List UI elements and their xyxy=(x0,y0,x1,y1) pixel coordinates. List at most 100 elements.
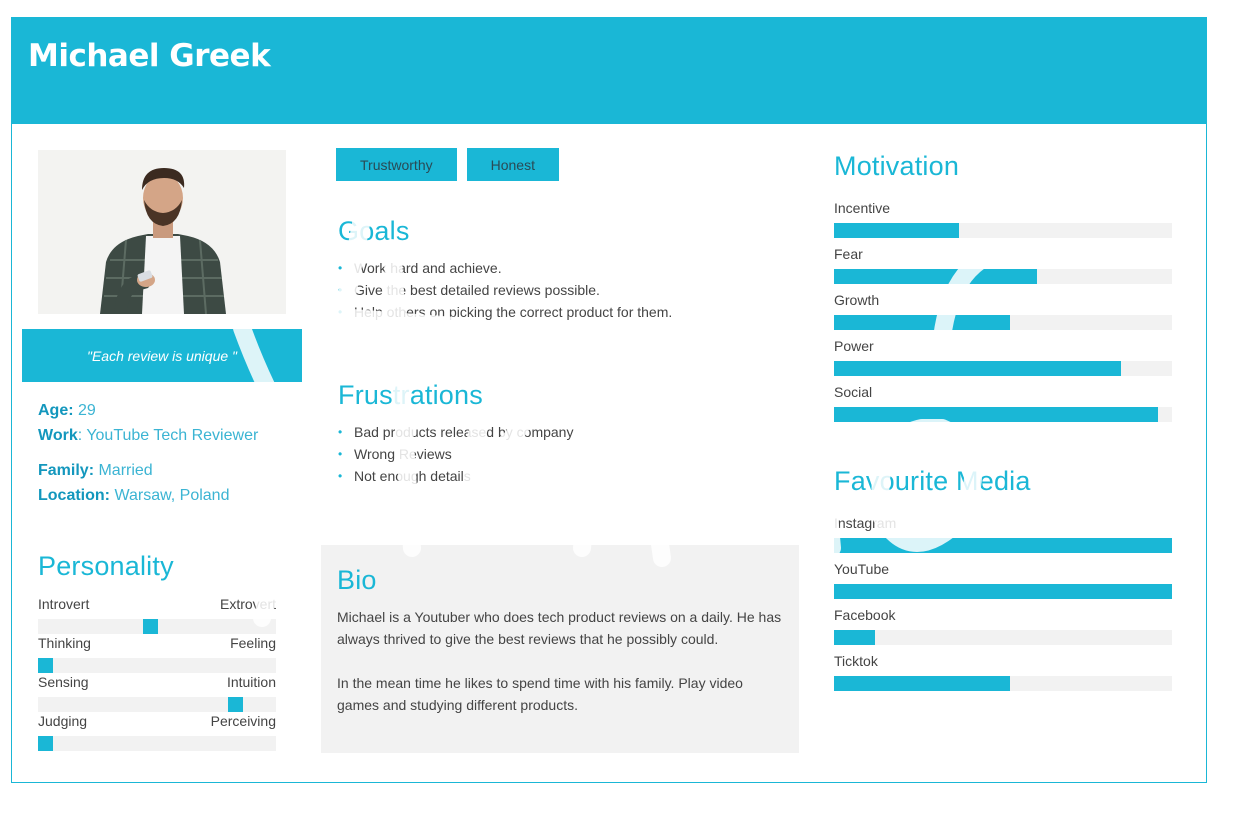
trait-indicator xyxy=(142,619,158,634)
personality-trait-row: Introvert Extrovert xyxy=(38,596,276,635)
list-item: Not enough details xyxy=(338,465,808,487)
personality-traits: Introvert Extrovert Thinking Feeling Sensing… xyxy=(38,596,276,752)
motivation-track xyxy=(834,269,1172,284)
trait-track xyxy=(38,658,276,673)
motivation-label: Power xyxy=(834,338,874,354)
media-fill xyxy=(834,630,875,645)
trait-track xyxy=(38,619,276,634)
tag-trustworthy: Trustworthy xyxy=(336,148,457,181)
persona-photo xyxy=(38,150,286,314)
location-label: Location: xyxy=(38,487,110,504)
trait-track xyxy=(38,697,276,712)
trait-right-label: Perceiving xyxy=(210,713,276,729)
tag-honest: Honest xyxy=(466,148,559,181)
persona-card: Michael Greek "Each review is unique " A… xyxy=(11,17,1207,783)
media-label: Ticktok xyxy=(834,653,878,669)
family-row: Family: Married xyxy=(38,458,258,483)
motivation-fill xyxy=(834,407,1159,422)
media-title: Favourite Media xyxy=(834,466,1031,496)
motivation-label: Social xyxy=(834,384,873,400)
list-item: Bad products released by company xyxy=(338,421,808,443)
trait-labels: Introvert Extrovert xyxy=(38,596,276,614)
media-bar-row: YouTube xyxy=(834,561,1172,607)
motivation-track xyxy=(834,361,1172,376)
bio-paragraph: Michael is a Youtuber who does tech prod… xyxy=(337,609,782,647)
trait-left-label: Thinking xyxy=(38,635,91,651)
trait-right-label: Intuition xyxy=(226,674,276,690)
motivation-track xyxy=(834,407,1172,422)
list-item: Help others on picking the correct produ… xyxy=(338,301,808,323)
personality-title: Personality xyxy=(38,551,174,581)
media-track xyxy=(834,538,1172,553)
header-banner: Michael Greek xyxy=(12,18,1206,124)
age-label: Age: xyxy=(38,402,74,419)
motivation-label: Incentive xyxy=(834,200,891,216)
frustrations-title: Frustrations xyxy=(338,380,483,410)
trait-left-label: Introvert xyxy=(38,596,90,612)
media-section: Favourite Media Instagram YouTube Facebook… xyxy=(834,466,1172,699)
motivation-bar-row: Incentive xyxy=(834,200,1172,246)
media-label: YouTube xyxy=(834,561,890,577)
media-bar-row: Instagram xyxy=(834,515,1172,561)
frustrations-list: Bad products released by company Wrong R… xyxy=(338,421,808,487)
trait-right-label: Extrovert xyxy=(219,596,276,612)
trait-indicator xyxy=(38,658,53,673)
frustrations-section: Frustrations Bad products released by co… xyxy=(338,380,808,487)
persona-name: Michael Greek xyxy=(28,38,271,74)
work-value: YouTube Tech Reviewer xyxy=(86,427,259,444)
personality-section: Personality Introvert Extrovert Thinking Fe… xyxy=(38,551,276,752)
bio-section: Bio Michael is a Youtuber who does tech … xyxy=(321,545,799,753)
motivation-track xyxy=(834,315,1172,330)
persona-quote: "Each review is unique " xyxy=(22,329,302,382)
motivation-track xyxy=(834,223,1172,238)
trait-labels: Judging Perceiving xyxy=(38,713,276,731)
motivation-bar-row: Social xyxy=(834,384,1172,430)
motivation-title: Motivation xyxy=(834,151,960,181)
personality-trait-row: Judging Perceiving xyxy=(38,713,276,752)
media-bar-row: Facebook xyxy=(834,607,1172,653)
person-avatar-icon xyxy=(38,150,286,314)
work-separator: : xyxy=(77,427,83,444)
media-track xyxy=(834,676,1172,691)
media-label: Instagram xyxy=(834,515,897,531)
media-fill xyxy=(834,676,1010,691)
trait-right-label: Feeling xyxy=(230,635,276,651)
work-label: Work xyxy=(38,427,78,444)
trait-labels: Thinking Feeling xyxy=(38,635,276,653)
media-fill xyxy=(834,584,1172,599)
trait-indicator xyxy=(38,736,53,751)
persona-facts: Age: 29 Work: YouTube Tech Reviewer Fami… xyxy=(38,398,258,518)
list-item: Give the best detailed reviews possible. xyxy=(338,279,808,301)
location-value: Warsaw, Poland xyxy=(114,487,230,504)
age-value: 29 xyxy=(78,402,96,419)
trait-left-label: Judging xyxy=(38,713,88,729)
trait-tags: Trustworthy Honest xyxy=(336,148,559,181)
family-value: Married xyxy=(98,462,153,479)
bio-title: Bio xyxy=(337,565,377,595)
trait-track xyxy=(38,736,276,751)
motivation-label: Fear xyxy=(834,246,863,262)
motivation-section: Motivation Incentive Fear Growth Power Socia… xyxy=(834,151,1172,430)
motivation-bar-row: Fear xyxy=(834,246,1172,292)
trait-left-label: Sensing xyxy=(38,674,89,690)
age-row: Age: 29 xyxy=(38,398,258,423)
media-track xyxy=(834,630,1172,645)
trait-indicator xyxy=(227,697,243,712)
motivation-label: Growth xyxy=(834,292,880,308)
media-label: Facebook xyxy=(834,607,896,623)
media-fill xyxy=(834,538,1172,553)
personality-trait-row: Sensing Intuition xyxy=(38,674,276,713)
motivation-fill xyxy=(834,269,1037,284)
goals-list: Work hard and achieve. Give the best det… xyxy=(338,257,808,323)
media-bars: Instagram YouTube Facebook Ticktok xyxy=(834,515,1172,699)
trait-labels: Sensing Intuition xyxy=(38,674,276,692)
media-bar-row: Ticktok xyxy=(834,653,1172,699)
motivation-fill xyxy=(834,223,960,238)
goals-title: Goals xyxy=(338,216,410,246)
list-item: Work hard and achieve. xyxy=(338,257,808,279)
personality-trait-row: Thinking Feeling xyxy=(38,635,276,674)
media-track xyxy=(834,584,1172,599)
list-item: Wrong Reviews xyxy=(338,443,808,465)
motivation-fill xyxy=(834,315,1010,330)
motivation-bars: Incentive Fear Growth Power Social xyxy=(834,200,1172,430)
